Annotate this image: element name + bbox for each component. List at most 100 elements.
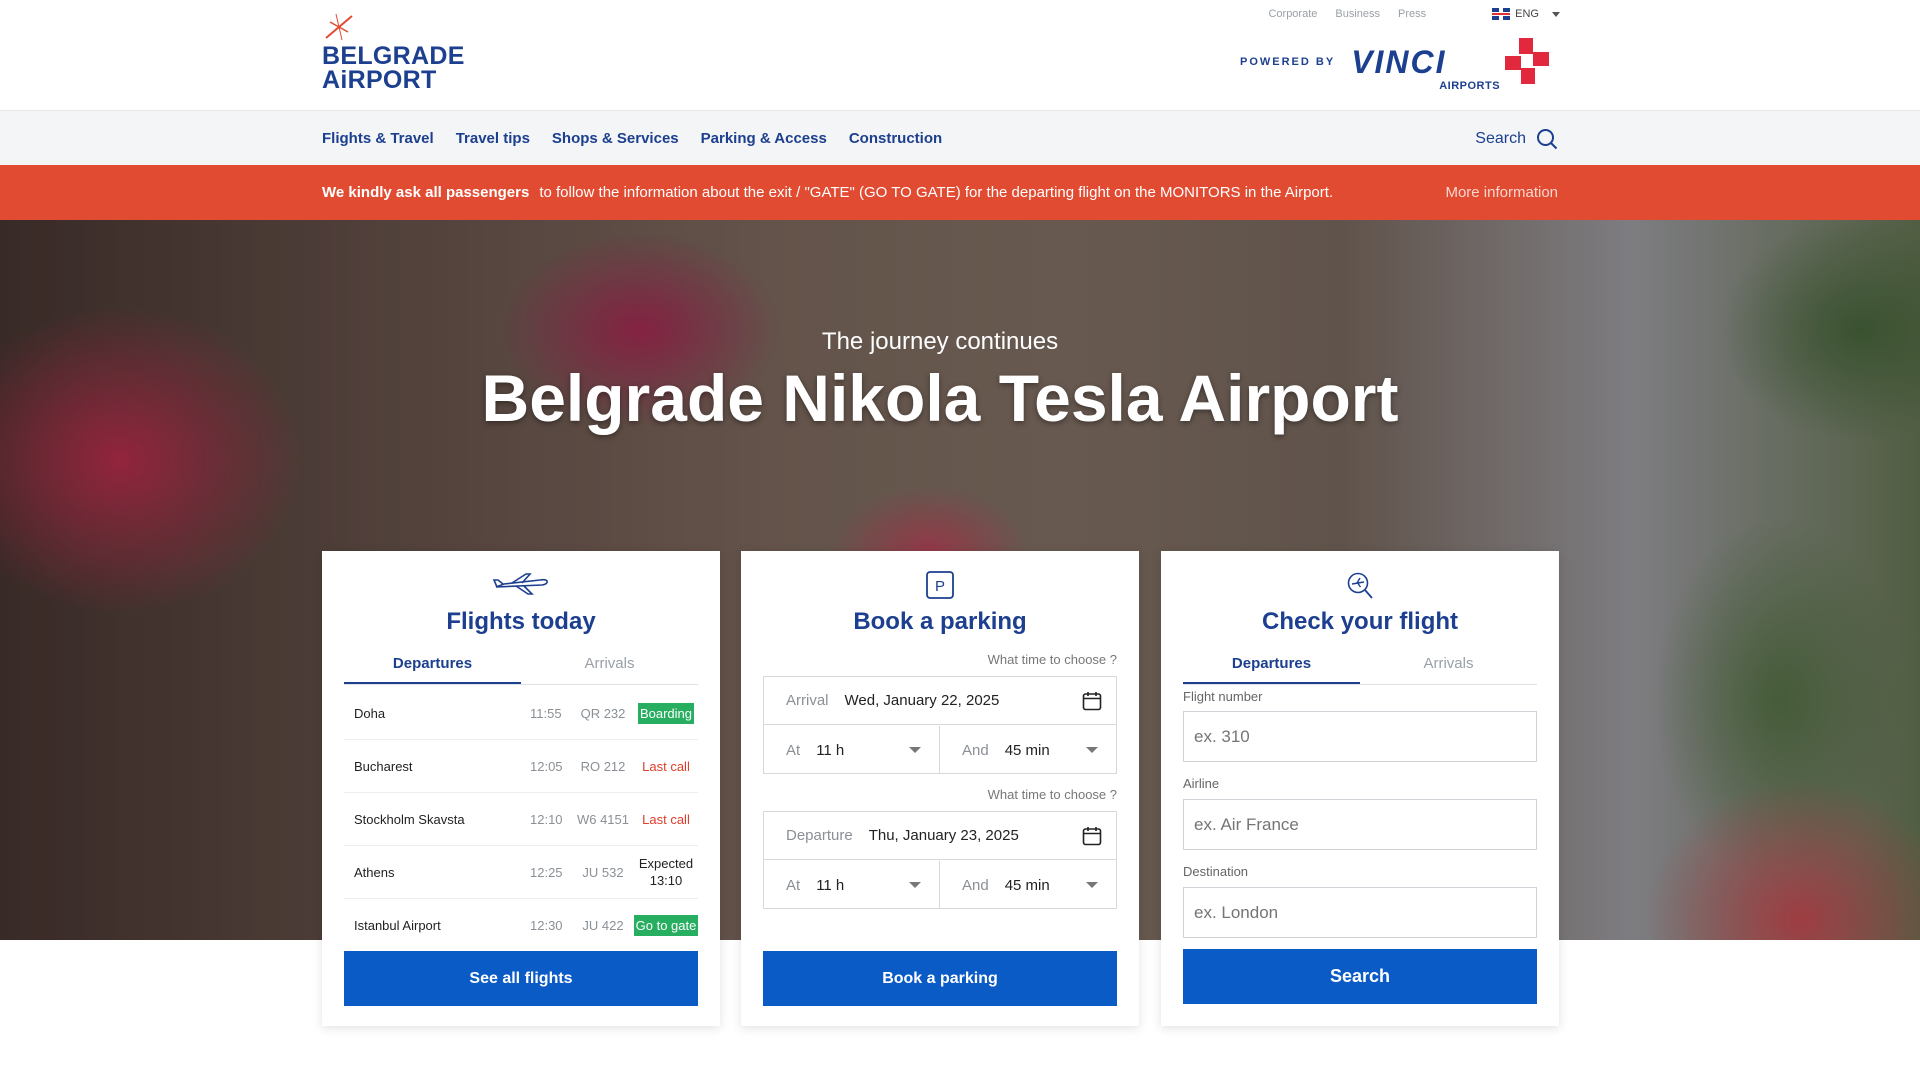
nav-item-shops-services[interactable]: Shops & Services [552, 130, 679, 147]
calendar-icon [1082, 827, 1102, 846]
business-link[interactable]: Business [1335, 8, 1380, 20]
parking-icon: P [926, 571, 954, 599]
arrival-date: Wed, January 22, 2025 [844, 692, 1000, 709]
flights-today-card: Flights today Departures Arrivals Doha 1… [322, 551, 720, 1026]
nav-search-button[interactable]: Search [1475, 111, 1558, 166]
corporate-link[interactable]: Corporate [1268, 8, 1317, 20]
passenger-alert-banner: We kindly ask all passengers to follow t… [0, 165, 1920, 220]
flight-city: Bucharest [354, 758, 413, 774]
flight-row[interactable]: Bucharest 12:05 RO 212 Last call [344, 740, 698, 793]
flight-row[interactable]: Athens 12:25 JU 532 Expected 13:10 [344, 846, 698, 899]
tab-departures[interactable]: Departures [1183, 649, 1360, 684]
nav-item-travel-tips[interactable]: Travel tips [456, 130, 530, 147]
status-badge: Boarding [637, 702, 695, 724]
departure-date: Thu, January 23, 2025 [868, 827, 1019, 844]
flight-code: JU 532 [582, 864, 624, 880]
flight-time: 12:05 [530, 758, 563, 774]
at-label: At [786, 876, 801, 894]
flight-search-icon [1347, 572, 1373, 599]
card-icon-wrap [322, 571, 720, 601]
departure-hour: 11 h [816, 876, 845, 894]
time-hint-link[interactable]: What time to choose ? [988, 787, 1117, 802]
flight-row[interactable]: Istanbul Airport 12:30 JU 422 Go to gate [344, 899, 698, 952]
arrival-block: Arrival Wed, January 22, 2025 At 11 h An… [763, 676, 1117, 774]
arrival-hour: 11 h [816, 741, 845, 759]
status-text: Expected 13:10 [638, 856, 694, 888]
flight-row[interactable]: Stockholm Skavsta 12:10 W6 4151 Last cal… [344, 793, 698, 846]
chevron-down-icon [1552, 11, 1560, 17]
calendar-icon [1082, 692, 1102, 711]
airline-input[interactable] [1183, 799, 1537, 850]
departure-label: Departure [786, 827, 853, 844]
vinci-wordmark: VINCI [1351, 44, 1447, 80]
arrival-date-field[interactable]: Arrival Wed, January 22, 2025 [764, 677, 1116, 725]
flights-today-title: Flights today [446, 608, 596, 635]
flights-tabs: Departures Arrivals [344, 649, 698, 685]
nav-item-construction[interactable]: Construction [849, 130, 942, 147]
departure-minute-select[interactable]: And 45 min [940, 861, 1116, 909]
departure-minutes: 45 min [1004, 876, 1050, 894]
hero-subtitle: The journey continues [821, 328, 1059, 355]
arrival-minutes: 45 min [1004, 741, 1050, 759]
nav-item-flights-travel[interactable]: Flights & Travel [322, 130, 434, 147]
airplane-icon [492, 573, 548, 595]
book-parking-title: Book a parking [853, 608, 1027, 635]
press-link[interactable]: Press [1398, 8, 1426, 20]
check-flight-tabs: Departures Arrivals [1183, 649, 1537, 685]
departure-hour-select[interactable]: At 11 h [764, 861, 940, 909]
time-hint-link[interactable]: What time to choose ? [988, 652, 1117, 667]
more-information-link[interactable]: More information [1445, 165, 1558, 220]
alert-bold-text: We kindly ask all passengers [322, 184, 530, 201]
departure-date-field[interactable]: Departure Thu, January 23, 2025 [764, 812, 1116, 860]
card-icon-wrap [1161, 571, 1559, 601]
flight-code: RO 212 [580, 758, 626, 774]
and-label: And [962, 741, 989, 759]
airport-logo-icon [325, 13, 353, 41]
logo-line-1: BELGRADE [322, 42, 465, 70]
tab-departures[interactable]: Departures [344, 649, 521, 684]
chevron-down-icon [909, 882, 921, 888]
vinci-cross-icon [1505, 38, 1550, 84]
flight-city: Stockholm Skavsta [354, 811, 465, 827]
flight-status-cell: Boarding [634, 702, 698, 724]
tab-arrivals[interactable]: Arrivals [1360, 649, 1537, 684]
chevron-down-icon [1086, 882, 1098, 888]
flight-code: W6 4151 [576, 811, 630, 827]
check-flight-title: Check your flight [1261, 608, 1459, 635]
book-parking-button[interactable]: Book a parking [763, 951, 1117, 1006]
card-icon-wrap: P [741, 571, 1139, 601]
logo-text: BELGRADE AiRPORT [322, 42, 465, 94]
destination-input[interactable] [1183, 887, 1537, 938]
flight-time: 12:25 [530, 864, 563, 880]
status-text: Last call [642, 811, 690, 827]
flight-code: QR 232 [580, 705, 626, 721]
flight-row[interactable]: Doha 11:55 QR 232 Boarding [344, 687, 698, 740]
arrival-minute-select[interactable]: And 45 min [940, 726, 1116, 774]
search-icon [1537, 128, 1558, 149]
nav-search-label: Search [1475, 129, 1526, 147]
belgrade-airport-logo[interactable]: BELGRADE AiRPORT [322, 12, 482, 94]
tab-arrivals[interactable]: Arrivals [521, 649, 698, 684]
nav-menu: Flights & Travel Travel tips Shops & Ser… [322, 111, 942, 166]
flight-code: JU 422 [582, 918, 624, 933]
flight-time: 11:55 [530, 705, 562, 721]
flight-time: 12:10 [530, 811, 563, 827]
and-label: And [962, 876, 989, 894]
vinci-airports-logo[interactable]: VINCI AIRPORTS [1351, 34, 1551, 92]
flight-number-input[interactable] [1183, 711, 1537, 762]
book-parking-card: P Book a parking What time to choose ? A… [741, 551, 1139, 1026]
flight-time: 12:30 [530, 918, 563, 933]
vinci-airports-label: AIRPORTS [1439, 80, 1501, 92]
chevron-down-icon [1086, 747, 1098, 753]
language-label: ENG [1515, 8, 1539, 20]
status-badge: Go to gate [634, 915, 698, 936]
language-selector[interactable]: ENG [1492, 8, 1560, 20]
see-all-flights-button[interactable]: See all flights [344, 951, 698, 1006]
arrival-hour-select[interactable]: At 11 h [764, 726, 940, 774]
airline-label: Airline [1183, 776, 1220, 791]
logo-line-2: AiRPORT [322, 66, 437, 94]
search-flight-button[interactable]: Search [1183, 949, 1537, 1004]
flights-list: Doha 11:55 QR 232 Boarding Bucharest 12:… [344, 687, 698, 952]
nav-item-parking-access[interactable]: Parking & Access [701, 130, 827, 147]
powered-by-label: POWERED BY [1240, 56, 1336, 68]
